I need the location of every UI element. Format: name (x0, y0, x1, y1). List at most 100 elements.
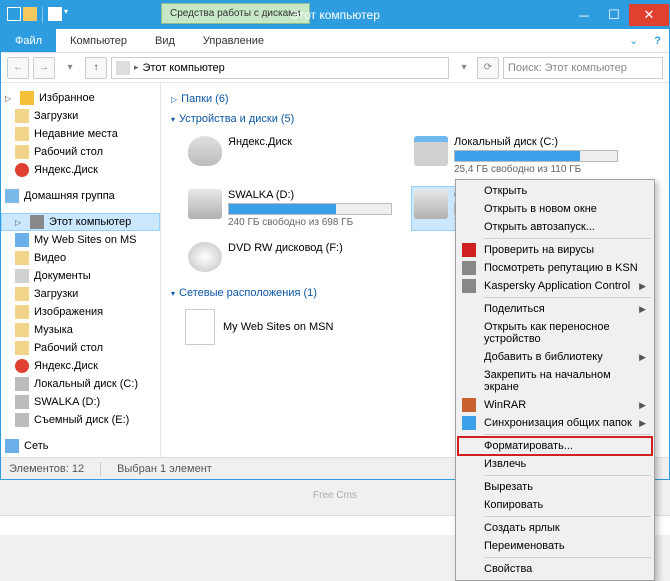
sidebar-item-music[interactable]: Музыка (1, 321, 160, 339)
drive-dvd-f[interactable]: DVD RW дисковод (F:) (185, 239, 395, 275)
context-menu-item[interactable]: WinRAR ▶ (458, 396, 652, 414)
usage-bar (454, 150, 618, 162)
ribbon-context-tab[interactable]: Средства работы с дисками (161, 3, 310, 24)
usb-disk-icon (414, 189, 448, 219)
folder-icon (15, 251, 29, 265)
sidebar-item-downloads2[interactable]: Загрузки (1, 285, 160, 303)
minimize-button[interactable]: ─ (569, 4, 599, 26)
tab-manage[interactable]: Управление (189, 29, 278, 52)
menu-item-label: Синхронизация общих папок (484, 417, 632, 429)
tab-computer[interactable]: Компьютер (56, 29, 141, 52)
folder-icon (15, 145, 29, 159)
menu-item-label: Вырезать (484, 481, 533, 493)
context-menu-item[interactable]: Создать ярлык (458, 519, 652, 537)
breadcrumb-location[interactable]: Этот компьютер (143, 62, 225, 74)
sidebar-item-desktop2[interactable]: Рабочий стол (1, 339, 160, 357)
submenu-arrow-icon: ▶ (639, 400, 646, 411)
context-menu-item[interactable]: Извлечь (458, 455, 652, 473)
maximize-button[interactable]: ☐ (599, 4, 629, 26)
sidebar-item-websites[interactable]: My Web Sites on MS (1, 231, 160, 249)
local-disk-icon (414, 136, 448, 166)
history-dropdown-icon[interactable]: ▾ (59, 57, 81, 79)
sidebar-item-desktop[interactable]: Рабочий стол (1, 143, 160, 161)
submenu-arrow-icon: ▶ (639, 304, 646, 315)
section-drives[interactable]: ▾Устройства и диски (5) (171, 109, 659, 129)
drive-swalka-d[interactable]: SWALKA (D:) 240 ГБ свободно из 698 ГБ (185, 186, 395, 231)
menu-item-label: WinRAR (484, 399, 526, 411)
up-button[interactable]: ↑ (85, 57, 107, 79)
forward-button[interactable]: → (33, 57, 55, 79)
back-button[interactable]: ← (7, 57, 29, 79)
sidebar-item-disk-d[interactable]: SWALKA (D:) (1, 393, 160, 411)
section-folders[interactable]: ▷Папки (6) (171, 89, 659, 109)
pc-icon (30, 215, 44, 229)
sidebar-favorites-header[interactable]: ▷Избранное (1, 89, 160, 107)
context-menu-item[interactable]: Открыть автозапуск... (458, 218, 652, 236)
sidebar-item-disk-e[interactable]: Съемный диск (E:) (1, 411, 160, 429)
context-menu-item[interactable]: Синхронизация общих папок ▶ (458, 414, 652, 432)
context-menu-item[interactable]: Поделиться ▶ (458, 300, 652, 318)
drive-yandex[interactable]: Яндекс.Диск (185, 133, 395, 178)
tab-file[interactable]: Файл (1, 29, 56, 52)
drive-local-c[interactable]: Локальный диск (C:) 25,4 ГБ свободно из … (411, 133, 621, 178)
menu-item-label: Поделиться (484, 303, 545, 315)
context-menu-item[interactable]: Переименовать (458, 537, 652, 555)
context-menu: Открыть Открыть в новом окнеОткрыть автоз… (455, 179, 655, 581)
refresh-button[interactable]: ⟳ (477, 57, 499, 79)
sidebar-item-recent[interactable]: Недавние места (1, 125, 160, 143)
tab-view[interactable]: Вид (141, 29, 189, 52)
context-menu-item[interactable]: Добавить в библиотеку▶ (458, 348, 652, 366)
sync-icon (462, 416, 476, 430)
context-menu-item[interactable]: Форматировать... (458, 437, 652, 455)
properties-icon[interactable] (23, 7, 37, 21)
sidebar-item-yandex2[interactable]: Яндекс.Диск (1, 357, 160, 375)
chevron-right-icon[interactable]: ▸ (134, 62, 139, 73)
disk-icon (15, 377, 29, 391)
context-menu-item[interactable]: Открыть как переносное устройство (458, 318, 652, 348)
context-menu-item[interactable]: Открыть в новом окне (458, 200, 652, 218)
menu-item-label: Извлечь (484, 458, 526, 470)
menu-separator (484, 516, 651, 517)
ksn-icon (462, 261, 476, 275)
submenu-arrow-icon: ▶ (639, 352, 646, 363)
context-menu-item[interactable]: Открыть (458, 182, 652, 200)
folder-icon (15, 341, 29, 355)
context-menu-item[interactable]: Копировать (458, 496, 652, 514)
sidebar-this-pc-header[interactable]: ▷Этот компьютер (1, 213, 160, 231)
sidebar-item-images[interactable]: Изображения (1, 303, 160, 321)
context-menu-item[interactable]: Kaspersky Application Control▶ (458, 277, 652, 295)
context-menu-item[interactable]: Свойства (458, 560, 652, 578)
usage-bar (228, 203, 392, 215)
context-menu-item[interactable]: Посмотреть репутацию в KSN (458, 259, 652, 277)
sidebar-item-video[interactable]: Видео (1, 249, 160, 267)
sidebar-homegroup-header[interactable]: Домашняя группа (1, 187, 160, 205)
close-button[interactable]: ✕ (629, 4, 669, 26)
sidebar-item-downloads[interactable]: Загрузки (1, 107, 160, 125)
app-icon (7, 7, 21, 21)
explorer-window: ▾ Средства работы с дисками Этот компьют… (0, 0, 670, 480)
sidebar-network-header[interactable]: Сеть (1, 437, 160, 455)
context-menu-item[interactable]: Проверить на вирусы (458, 241, 652, 259)
undo-icon[interactable] (48, 7, 62, 21)
disk-icon (15, 395, 29, 409)
menu-item-label: Открыть как переносное устройство (484, 321, 646, 345)
menu-item-label: Открыть (484, 185, 527, 197)
sidebar-item-yandex[interactable]: Яндекс.Диск (1, 161, 160, 179)
kac-icon (462, 279, 476, 293)
menu-separator (484, 297, 651, 298)
help-icon[interactable]: ? (646, 29, 669, 52)
sidebar-item-disk-c[interactable]: Локальный диск (C:) (1, 375, 160, 393)
folder-icon (15, 127, 29, 141)
search-input[interactable]: Поиск: Этот компьютер (503, 57, 663, 79)
context-menu-item[interactable]: Закрепить на начальном экране (458, 366, 652, 396)
breadcrumb-dropdown-icon[interactable]: ▾ (453, 57, 475, 79)
qat-dropdown-icon[interactable]: ▾ (64, 7, 68, 23)
submenu-arrow-icon: ▶ (639, 418, 646, 429)
sidebar-item-documents[interactable]: Документы (1, 267, 160, 285)
rar-icon (462, 398, 476, 412)
context-menu-item[interactable]: Вырезать (458, 478, 652, 496)
breadcrumb[interactable]: ▸ Этот компьютер (111, 57, 449, 79)
star-icon (20, 91, 34, 105)
folder-icon (15, 323, 29, 337)
ribbon-expand-icon[interactable]: ⌄ (621, 29, 646, 52)
